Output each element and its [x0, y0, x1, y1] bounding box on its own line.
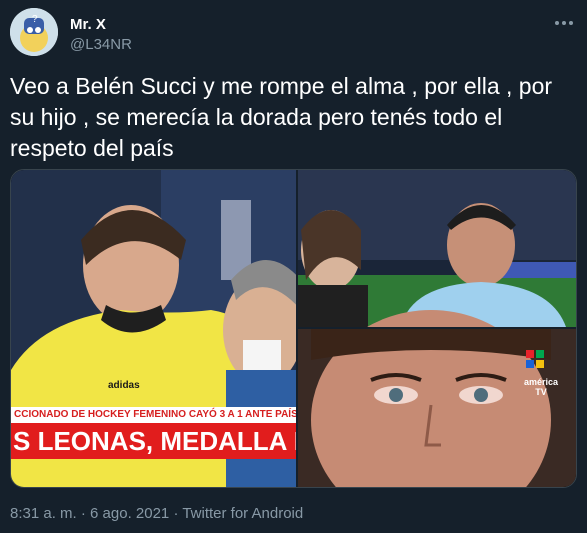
svg-text:?: ? — [32, 14, 38, 25]
news-ticker-headline: S LEONAS, MEDALLA PLATEA — [11, 423, 296, 459]
tweet-header: ? Mr. X @L34NR — [10, 8, 577, 58]
tweet-text: Veo a Belén Succi y me rompe el alma , p… — [10, 73, 553, 161]
avatar[interactable]: ? — [10, 8, 58, 56]
author-handle[interactable]: @L34NR — [70, 36, 132, 53]
jersey-brand: adidas — [108, 380, 140, 391]
channel-logo-line2: TV — [535, 387, 547, 397]
channel-logo-line1: américa — [523, 377, 559, 387]
more-horizontal-icon[interactable] — [551, 14, 577, 32]
tweet-timestamp[interactable]: 8:31 a. m. · 6 ago. 2021 · Twitter for A… — [10, 505, 303, 522]
photo-footballer — [298, 170, 576, 327]
news-ticker-top: CCIONADO DE HOCKEY FEMENINO CAYÓ 3 A 1 A… — [11, 407, 296, 423]
author-name[interactable]: Mr. X — [70, 16, 106, 33]
tweet-media[interactable]: adidas CCIONADO DE HOCKEY FEMENINO CAYÓ … — [10, 169, 577, 488]
channel-logo: américa TV — [521, 377, 561, 397]
photo-crying-face — [298, 310, 576, 487]
